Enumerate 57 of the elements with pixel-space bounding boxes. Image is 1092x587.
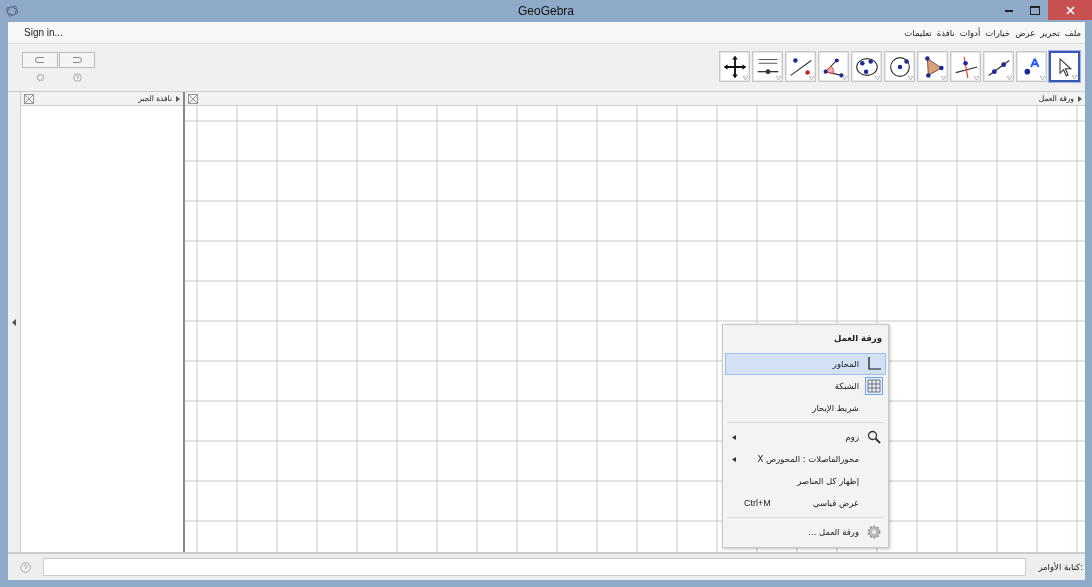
menu-item[interactable]: تحرير [1040,26,1060,39]
redo-button[interactable] [22,52,58,68]
app-logo-icon [6,5,18,17]
maximize-icon [1030,5,1040,15]
dropdown-triangle-icon [842,76,847,80]
dropdown-triangle-icon [908,76,913,80]
input-label: كتابة الأوامر: [1038,562,1083,572]
dropdown-triangle-icon [875,76,880,80]
menu-item-label: الشبكة [834,381,859,391]
dropdown-triangle-icon [1040,76,1045,80]
dropdown-triangle-icon [1007,76,1012,80]
gear-icon [867,525,881,539]
menu-item[interactable]: ورقة العمل ... [725,521,886,543]
dropdown-triangle-icon [809,76,814,80]
menu-item[interactable]: محورالفاصلات : المحورص X [725,448,886,470]
menu-item[interactable]: عرض [1015,26,1036,39]
grid-icon [866,378,882,394]
dropdown-triangle-icon [1072,75,1077,79]
menu-item[interactable]: زوم [725,426,886,448]
sign-in-link[interactable]: Sign in... [24,27,63,38]
menu-item[interactable]: أدوات [959,26,981,39]
dropdown-triangle-icon [776,76,781,80]
expand-arrow-icon[interactable] [11,318,16,326]
menu-item[interactable]: الشبكة [725,375,886,397]
menu-item[interactable]: المحاور [725,353,886,375]
redo-icon [35,56,45,64]
menu-item-label: إظهار كل العناصر [797,476,859,486]
tool-button[interactable] [1049,51,1080,82]
menu-item[interactable]: شريط الإبحار [725,397,886,419]
menu-item-label: زوم [845,432,859,442]
menu-item-label: ورقة العمل ... [808,527,859,537]
menu-item-label: شريط الإبحار [812,403,859,413]
menu-item-label: عرض قياسي [812,498,859,508]
menu-item[interactable]: تعليمات [904,26,932,39]
menu-title: ورقة العمل [832,332,883,345]
menu-item-label: محورالفاصلات : المحورص X [757,454,859,464]
input-field[interactable] [43,558,1027,576]
close-view-icon[interactable] [23,93,34,104]
collapse-arrow-icon[interactable] [176,95,180,102]
close-icon [1065,5,1075,15]
menu-item[interactable]: إظهار كل العناصر [725,470,886,492]
collapse-arrow-icon[interactable] [1078,95,1082,102]
menu-item[interactable]: خيارات [985,26,1011,39]
menu-item[interactable]: نافذة [936,26,955,39]
minimize-icon [1005,8,1013,12]
dropdown-triangle-icon [974,76,979,80]
undo-icon [72,56,82,64]
menu-item-label: المحاور [832,359,859,369]
undo-button[interactable] [59,52,95,68]
dropdown-triangle-icon [743,76,748,80]
menu-item[interactable]: ملف [1064,26,1081,39]
close-view-icon[interactable] [188,93,198,104]
axes-icon [866,356,882,372]
search-icon [867,430,881,444]
window-title: GeoGebra [518,4,574,18]
shortcut-text: Ctrl+M [744,498,771,508]
dropdown-triangle-icon [941,76,946,80]
